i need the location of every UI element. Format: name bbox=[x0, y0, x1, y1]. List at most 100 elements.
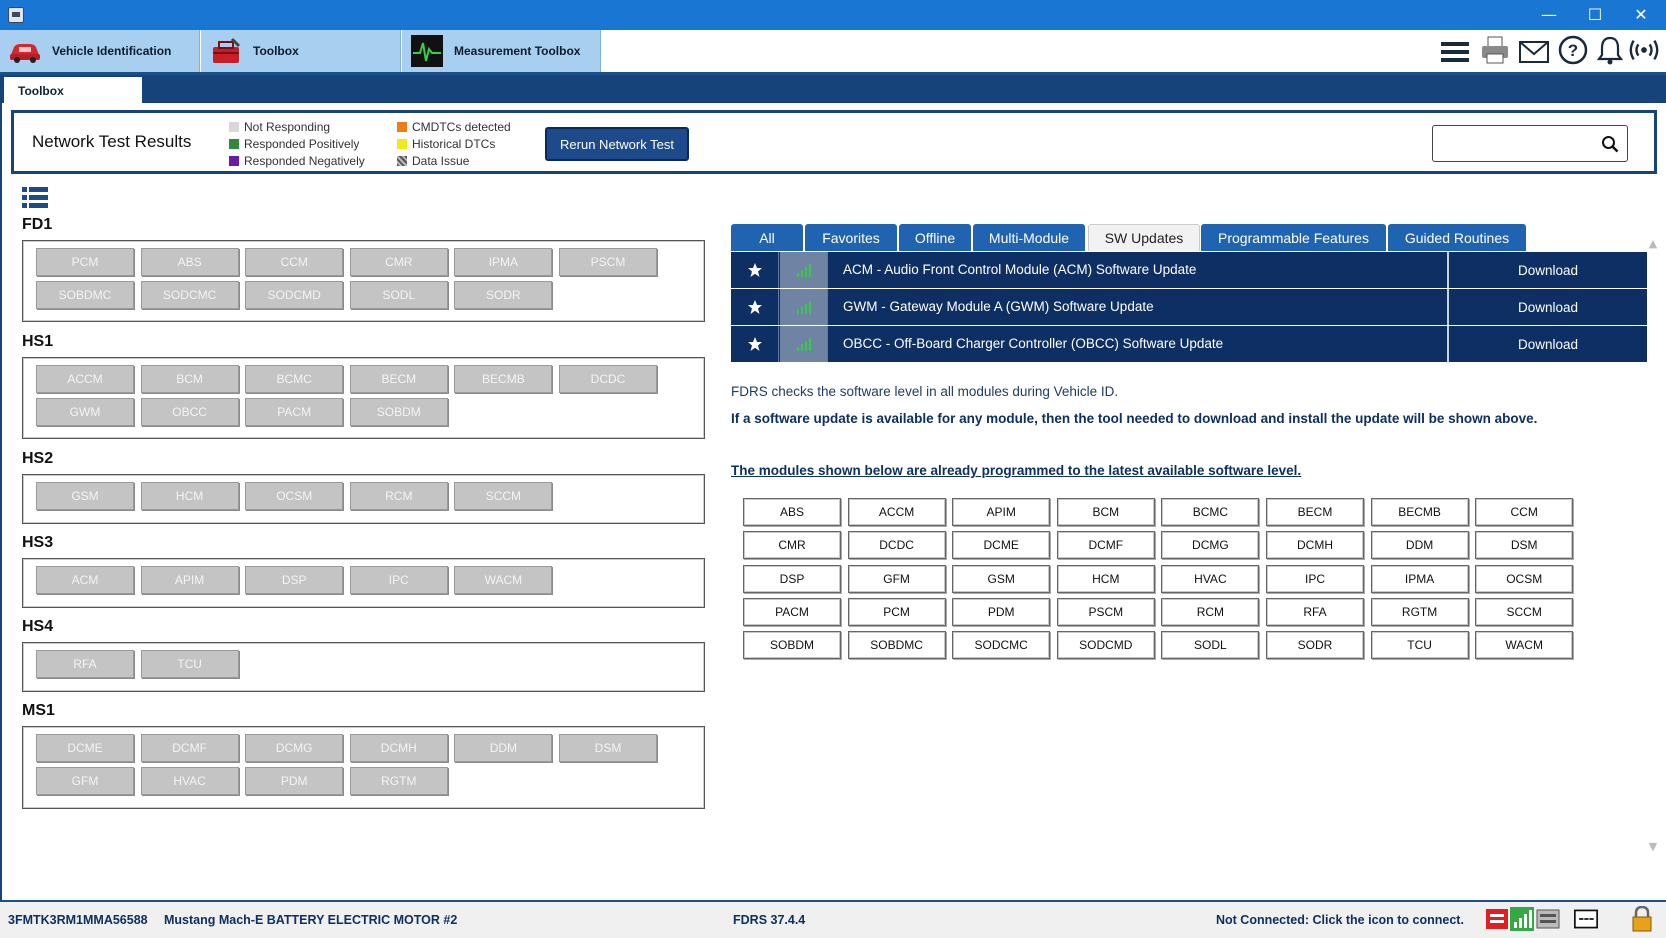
latest-module-sodcmc[interactable]: SODCMC bbox=[952, 631, 1051, 660]
latest-module-gsm[interactable]: GSM bbox=[952, 564, 1051, 593]
minimize-button[interactable]: — bbox=[1526, 0, 1572, 30]
latest-module-dcmg[interactable]: DCMG bbox=[1161, 531, 1260, 560]
module-button-bcmc[interactable]: BCMC bbox=[245, 365, 344, 393]
module-button-tcu[interactable]: TCU bbox=[140, 650, 239, 678]
module-button-abs[interactable]: ABS bbox=[140, 248, 239, 276]
module-button-ocsm[interactable]: OCSM bbox=[245, 482, 344, 510]
latest-module-accm[interactable]: ACCM bbox=[847, 498, 946, 526]
module-button-bcm[interactable]: BCM bbox=[140, 365, 239, 393]
printer-icon[interactable] bbox=[1479, 34, 1511, 66]
latest-module-ddm[interactable]: DDM bbox=[1370, 531, 1469, 560]
latest-module-dcmf[interactable]: DCMF bbox=[1056, 531, 1155, 560]
menu-icon[interactable] bbox=[1439, 36, 1471, 68]
latest-module-dcme[interactable]: DCME bbox=[952, 531, 1051, 560]
latest-module-hvac[interactable]: HVAC bbox=[1161, 564, 1260, 593]
tab-offline[interactable]: Offline bbox=[899, 224, 971, 251]
module-button-ipma[interactable]: IPMA bbox=[454, 248, 553, 276]
module-button-hcm[interactable]: HCM bbox=[140, 482, 239, 510]
module-button-gwm[interactable]: GWM bbox=[36, 398, 134, 426]
module-button-dsm[interactable]: DSM bbox=[559, 734, 657, 762]
module-button-dcmf[interactable]: DCMF bbox=[140, 734, 239, 762]
latest-module-ccm[interactable]: CCM bbox=[1475, 498, 1574, 526]
latest-module-sobdm[interactable]: SOBDM bbox=[743, 631, 841, 660]
module-button-sobdmc[interactable]: SOBDMC bbox=[36, 281, 134, 309]
latest-module-rgtm[interactable]: RGTM bbox=[1370, 597, 1469, 626]
latest-module-pcm[interactable]: PCM bbox=[847, 597, 946, 626]
console-icon[interactable] bbox=[1574, 907, 1598, 931]
subtab-toolbox[interactable]: Toolbox bbox=[4, 77, 142, 103]
module-button-ipc[interactable]: IPC bbox=[349, 566, 448, 594]
latest-module-hcm[interactable]: HCM bbox=[1056, 564, 1155, 593]
latest-module-sodr[interactable]: SODR bbox=[1266, 631, 1364, 660]
module-button-rfa[interactable]: RFA bbox=[36, 650, 134, 678]
module-button-cmr[interactable]: CMR bbox=[349, 248, 448, 276]
maximize-button[interactable]: ☐ bbox=[1572, 0, 1618, 30]
module-button-pdm[interactable]: PDM bbox=[245, 767, 344, 795]
favorite-star-icon[interactable] bbox=[731, 252, 779, 288]
latest-module-ocsm[interactable]: OCSM bbox=[1475, 564, 1574, 593]
module-button-pcm[interactable]: PCM bbox=[36, 248, 134, 276]
latest-module-dcdc[interactable]: DCDC bbox=[847, 531, 946, 560]
download-button[interactable]: Download bbox=[1447, 326, 1647, 362]
mail-icon[interactable] bbox=[1518, 36, 1550, 68]
search-input[interactable] bbox=[1432, 125, 1628, 162]
latest-module-abs[interactable]: ABS bbox=[743, 498, 841, 526]
module-button-apim[interactable]: APIM bbox=[140, 566, 239, 594]
latest-module-apim[interactable]: APIM bbox=[952, 498, 1051, 526]
latest-module-tcu[interactable]: TCU bbox=[1370, 631, 1469, 660]
latest-module-bcm[interactable]: BCM bbox=[1056, 498, 1155, 526]
rerun-network-test-button[interactable]: Rerun Network Test bbox=[545, 127, 689, 161]
tab-multi-module[interactable]: Multi-Module bbox=[973, 224, 1085, 251]
latest-module-sobdmc[interactable]: SOBDMC bbox=[847, 631, 946, 660]
module-button-pacm[interactable]: PACM bbox=[245, 398, 344, 426]
latest-module-sodcmd[interactable]: SODCMD bbox=[1056, 631, 1155, 660]
signal-icon[interactable] bbox=[1510, 907, 1534, 931]
latest-module-bcmc[interactable]: BCMC bbox=[1161, 498, 1260, 526]
module-button-dcmg[interactable]: DCMG bbox=[245, 734, 344, 762]
help-icon[interactable]: ? bbox=[1557, 34, 1589, 66]
module-button-obcc[interactable]: OBCC bbox=[140, 398, 239, 426]
module-button-dcme[interactable]: DCME bbox=[36, 734, 134, 762]
latest-module-sccm[interactable]: SCCM bbox=[1475, 597, 1574, 626]
lock-icon[interactable] bbox=[1630, 906, 1654, 932]
scroll-down-arrow[interactable]: ▼ bbox=[1646, 840, 1660, 854]
favorite-star-icon[interactable] bbox=[731, 289, 779, 325]
module-button-dcmh[interactable]: DCMH bbox=[349, 734, 448, 762]
latest-module-becmb[interactable]: BECMB bbox=[1370, 498, 1469, 526]
close-button[interactable]: ✕ bbox=[1618, 0, 1664, 30]
module-button-ccm[interactable]: CCM bbox=[245, 248, 344, 276]
module-button-dcdc[interactable]: DCDC bbox=[559, 365, 657, 393]
latest-module-pacm[interactable]: PACM bbox=[743, 597, 841, 626]
module-button-accm[interactable]: ACCM bbox=[36, 365, 134, 393]
module-button-sodcmd[interactable]: SODCMD bbox=[245, 281, 344, 309]
module-button-becmb[interactable]: BECMB bbox=[454, 365, 553, 393]
list-view-icon[interactable] bbox=[22, 187, 48, 209]
module-button-becm[interactable]: BECM bbox=[349, 365, 448, 393]
bell-icon[interactable] bbox=[1594, 34, 1626, 66]
latest-module-gfm[interactable]: GFM bbox=[847, 564, 946, 593]
latest-module-sodl[interactable]: SODL bbox=[1161, 631, 1260, 660]
latest-module-wacm[interactable]: WACM bbox=[1475, 631, 1574, 660]
latest-module-ipma[interactable]: IPMA bbox=[1370, 564, 1469, 593]
module-button-sodr[interactable]: SODR bbox=[454, 281, 553, 309]
latest-module-dcmh[interactable]: DCMH bbox=[1266, 531, 1364, 560]
latest-module-pscm[interactable]: PSCM bbox=[1056, 597, 1155, 626]
tab-measurement-toolbox[interactable]: Measurement Toolbox bbox=[402, 30, 601, 72]
favorite-star-icon[interactable] bbox=[731, 326, 779, 362]
module-button-wacm[interactable]: WACM bbox=[454, 566, 553, 594]
latest-module-rcm[interactable]: RCM bbox=[1161, 597, 1260, 626]
module-button-sodcmc[interactable]: SODCMC bbox=[140, 281, 239, 309]
scroll-up-arrow[interactable]: ▲ bbox=[1646, 237, 1660, 251]
module-button-rcm[interactable]: RCM bbox=[349, 482, 448, 510]
download-button[interactable]: Download bbox=[1447, 252, 1647, 288]
module-button-sccm[interactable]: SCCM bbox=[454, 482, 553, 510]
wireless-icon[interactable] bbox=[1628, 34, 1660, 66]
module-button-pscm[interactable]: PSCM bbox=[559, 248, 657, 276]
latest-module-ipc[interactable]: IPC bbox=[1266, 564, 1364, 593]
module-button-hvac[interactable]: HVAC bbox=[140, 767, 239, 795]
latest-module-becm[interactable]: BECM bbox=[1266, 498, 1364, 526]
tab-sw-updates[interactable]: SW Updates bbox=[1088, 224, 1200, 251]
tab-programmable-features[interactable]: Programmable Features bbox=[1201, 224, 1386, 251]
module-button-gsm[interactable]: GSM bbox=[36, 482, 134, 510]
latest-module-rfa[interactable]: RFA bbox=[1266, 597, 1364, 626]
